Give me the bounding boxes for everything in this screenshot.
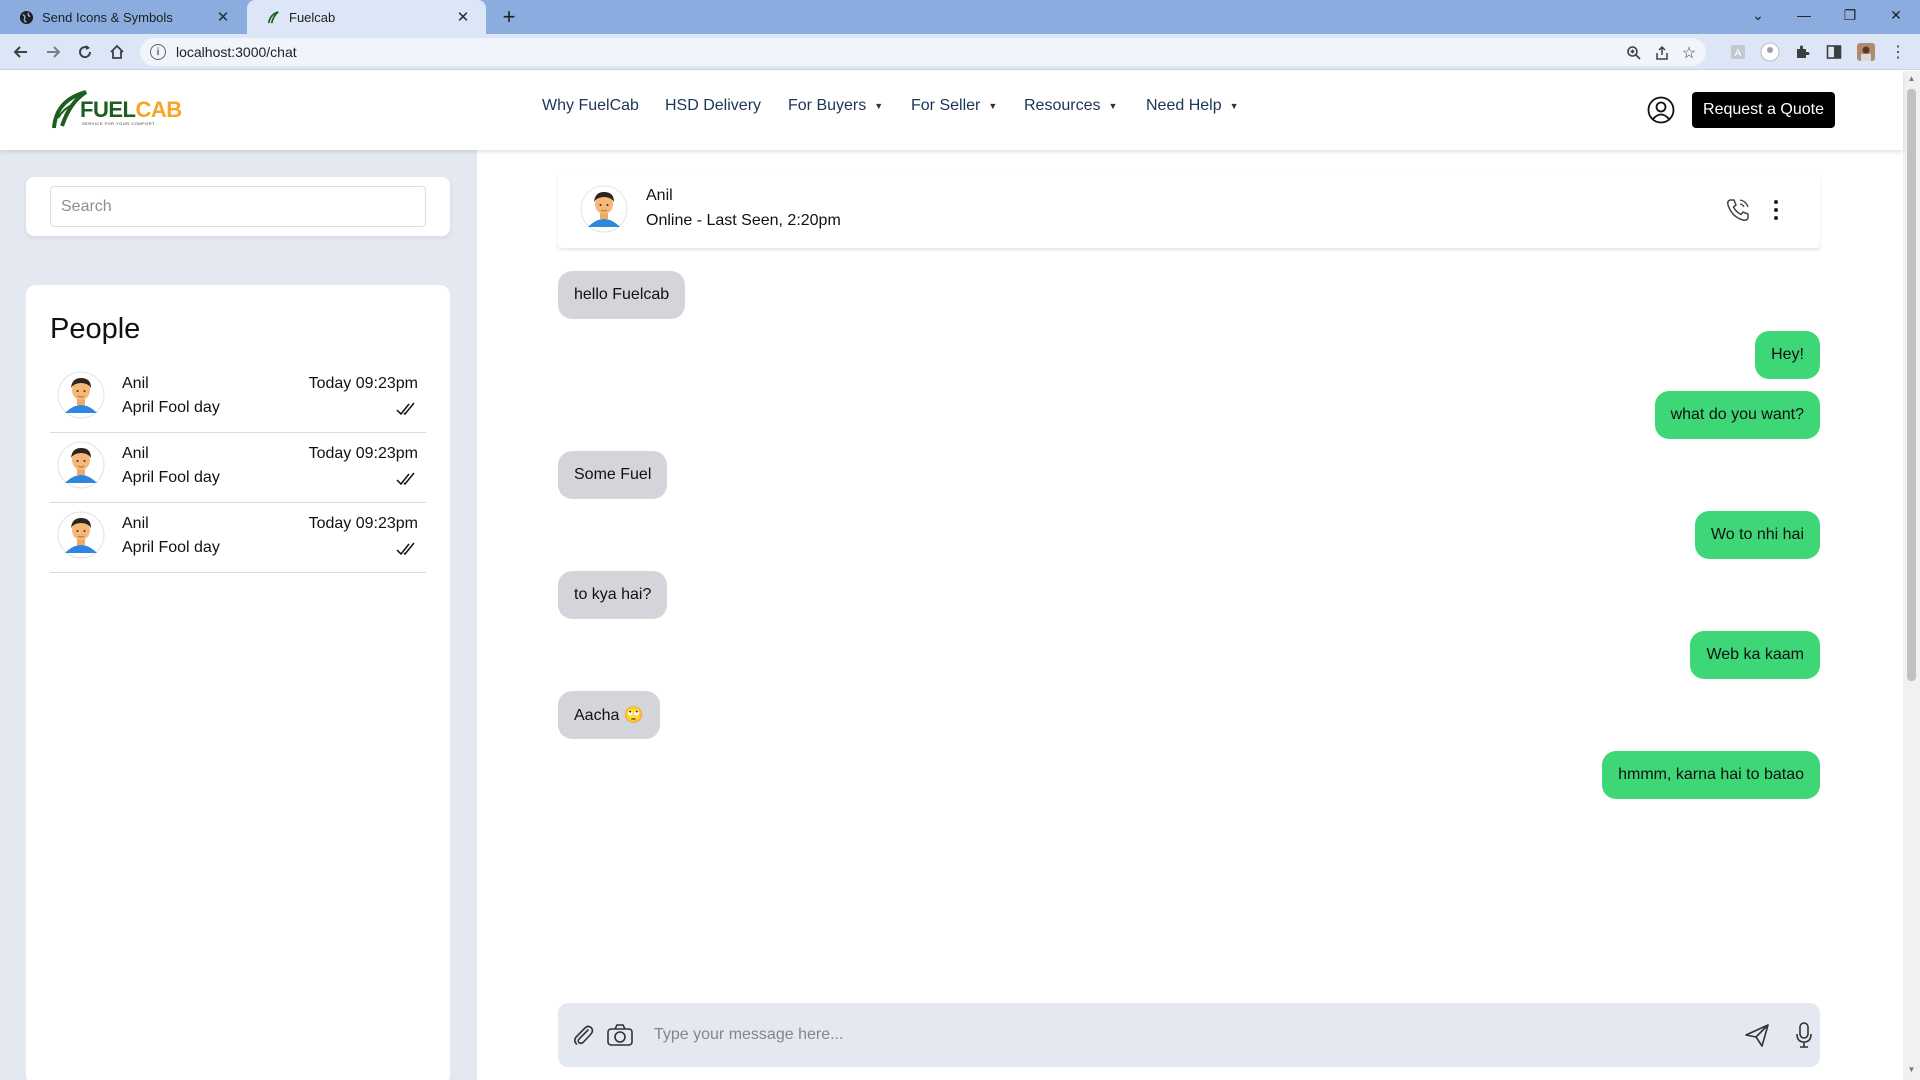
nav-why-fuelcab[interactable]: Why FuelCab [542,97,639,115]
fuelcab-favicon-icon [265,9,281,25]
extension-profile-circle-icon[interactable] [1760,42,1780,62]
message-input[interactable] [654,1015,1734,1055]
message-bubble-outgoing: Web ka kaam [1690,631,1820,679]
send-paper-plane-icon[interactable] [1743,1021,1771,1049]
person-time: Today 09:23pm [308,375,418,392]
person-time: Today 09:23pm [308,515,418,532]
logo-tagline: SERVICE FOR YOUR COMFORT [82,121,155,126]
back-arrow-icon[interactable] [8,39,34,65]
extensions-puzzle-icon[interactable] [1792,42,1812,62]
more-vertical-icon[interactable] [1766,196,1786,224]
minimize-icon[interactable]: — [1782,0,1826,30]
svg-text:A: A [1735,48,1742,59]
home-icon[interactable] [104,39,130,65]
person-name: Anil [122,375,149,392]
extension-translate-icon[interactable]: A [1728,42,1748,62]
message-bubble-incoming: hello Fuelcab [558,271,686,319]
site-header: FUELCAB SERVICE FOR YOUR COMFORT Why Fue… [0,71,1903,150]
browser-toolbar: i localhost:3000/chat ☆ A ⋮ [0,34,1920,70]
fuelcab-logo[interactable]: FUELCAB SERVICE FOR YOUR COMFORT [50,88,182,132]
person-list-item[interactable]: Anil April Fool day Today 09:23pm [50,433,426,503]
tab-title: Send Icons & Symbols [42,9,173,25]
double-check-icon [396,472,415,486]
message-bubble-outgoing: Wo to nhi hai [1694,511,1820,559]
scroll-down-icon[interactable]: ▼ [1907,1065,1916,1075]
user-account-icon[interactable] [1646,95,1676,125]
attachment-paperclip-icon[interactable] [570,1022,596,1048]
person-last-message: April Fool day [122,399,220,416]
browser-tab-fuelcab[interactable]: Fuelcab ✕ [247,0,486,34]
caret-down-icon: ▼ [1108,101,1118,111]
browser-menu-kebab-icon[interactable]: ⋮ [1888,42,1908,62]
message-composer [558,1003,1820,1067]
person-name: Anil [122,445,149,462]
reload-icon[interactable] [72,39,98,65]
chat-header: Anil Online - Last Seen, 2:20pm [558,174,1820,248]
people-card: People Anil April Fool day Today 09:23pm… [26,285,450,1080]
person-list-item[interactable]: Anil April Fool day Today 09:23pm [50,503,426,573]
search-card [26,177,450,236]
avatar [57,511,105,559]
site-info-icon[interactable]: i [150,44,166,60]
avatar [57,371,105,419]
person-last-message: April Fool day [122,469,220,486]
nav-resources[interactable]: Resources ▼ [1024,97,1117,115]
browser-tab-send-icons[interactable]: Send Icons & Symbols ✕ [0,0,246,34]
contact-avatar[interactable] [580,185,628,233]
caret-down-icon: ▼ [1229,101,1239,111]
tab-search-chevron-icon[interactable]: ⌄ [1736,0,1780,30]
close-icon[interactable]: ✕ [214,8,232,26]
person-name: Anil [122,515,149,532]
page-scrollbar[interactable]: ▲ ▼ [1903,71,1920,1080]
people-heading: People [50,313,141,345]
search-input[interactable] [50,186,426,227]
message-bubble-outgoing: Hey! [1755,331,1820,379]
phone-call-icon[interactable] [1724,196,1752,224]
address-bar[interactable]: i localhost:3000/chat ☆ [140,38,1706,66]
caret-down-icon: ▼ [874,101,884,111]
profile-avatar-icon[interactable] [1856,42,1876,62]
restore-icon[interactable]: ❐ [1828,0,1872,30]
tab-title: Fuelcab [289,9,336,25]
browser-tab-strip: Send Icons & Symbols ✕ Fuelcab ✕ + ⌄ — ❐… [0,0,1920,34]
globe-icon [18,9,34,25]
new-tab-plus-icon[interactable]: + [497,4,521,29]
chat-contact-status: Online - Last Seen, 2:20pm [646,212,841,229]
nav-hsd-delivery[interactable]: HSD Delivery [665,97,761,115]
person-list-item[interactable]: Anil April Fool day Today 09:23pm [50,363,426,433]
person-time: Today 09:23pm [308,445,418,462]
nav-for-buyers[interactable]: For Buyers ▼ [788,97,883,115]
forward-arrow-icon[interactable] [40,39,66,65]
avatar [57,441,105,489]
microphone-icon[interactable] [1794,1020,1814,1050]
request-quote-button[interactable]: Request a Quote [1692,92,1835,128]
bookmark-star-icon[interactable]: ☆ [1679,43,1699,63]
share-icon[interactable] [1652,43,1672,63]
chat-contact-name: Anil [646,187,673,204]
message-bubble-outgoing: hmmm, karna hai to batao [1602,751,1820,799]
logo-wordmark: FUELCAB [80,97,182,122]
message-bubble-incoming: Aacha 🙄 [558,691,660,739]
camera-icon[interactable] [606,1022,634,1048]
message-bubble-incoming: to kya hai? [558,571,668,619]
window-close-icon[interactable]: ✕ [1874,0,1918,30]
side-panel-icon[interactable] [1824,42,1844,62]
message-bubble-outgoing: what do you want? [1654,391,1820,439]
nav-for-seller[interactable]: For Seller ▼ [911,97,997,115]
double-check-icon [396,542,415,556]
person-last-message: April Fool day [122,539,220,556]
address-url: localhost:3000/chat [176,44,297,60]
zoom-icon[interactable] [1624,43,1644,63]
nav-need-help[interactable]: Need Help ▼ [1146,97,1239,115]
double-check-icon [396,402,415,416]
caret-down-icon: ▼ [988,101,998,111]
message-bubble-incoming: Some Fuel [558,451,668,499]
scrollbar-thumb[interactable] [1907,89,1916,681]
scroll-up-icon[interactable]: ▲ [1907,74,1916,84]
close-icon[interactable]: ✕ [454,8,472,26]
